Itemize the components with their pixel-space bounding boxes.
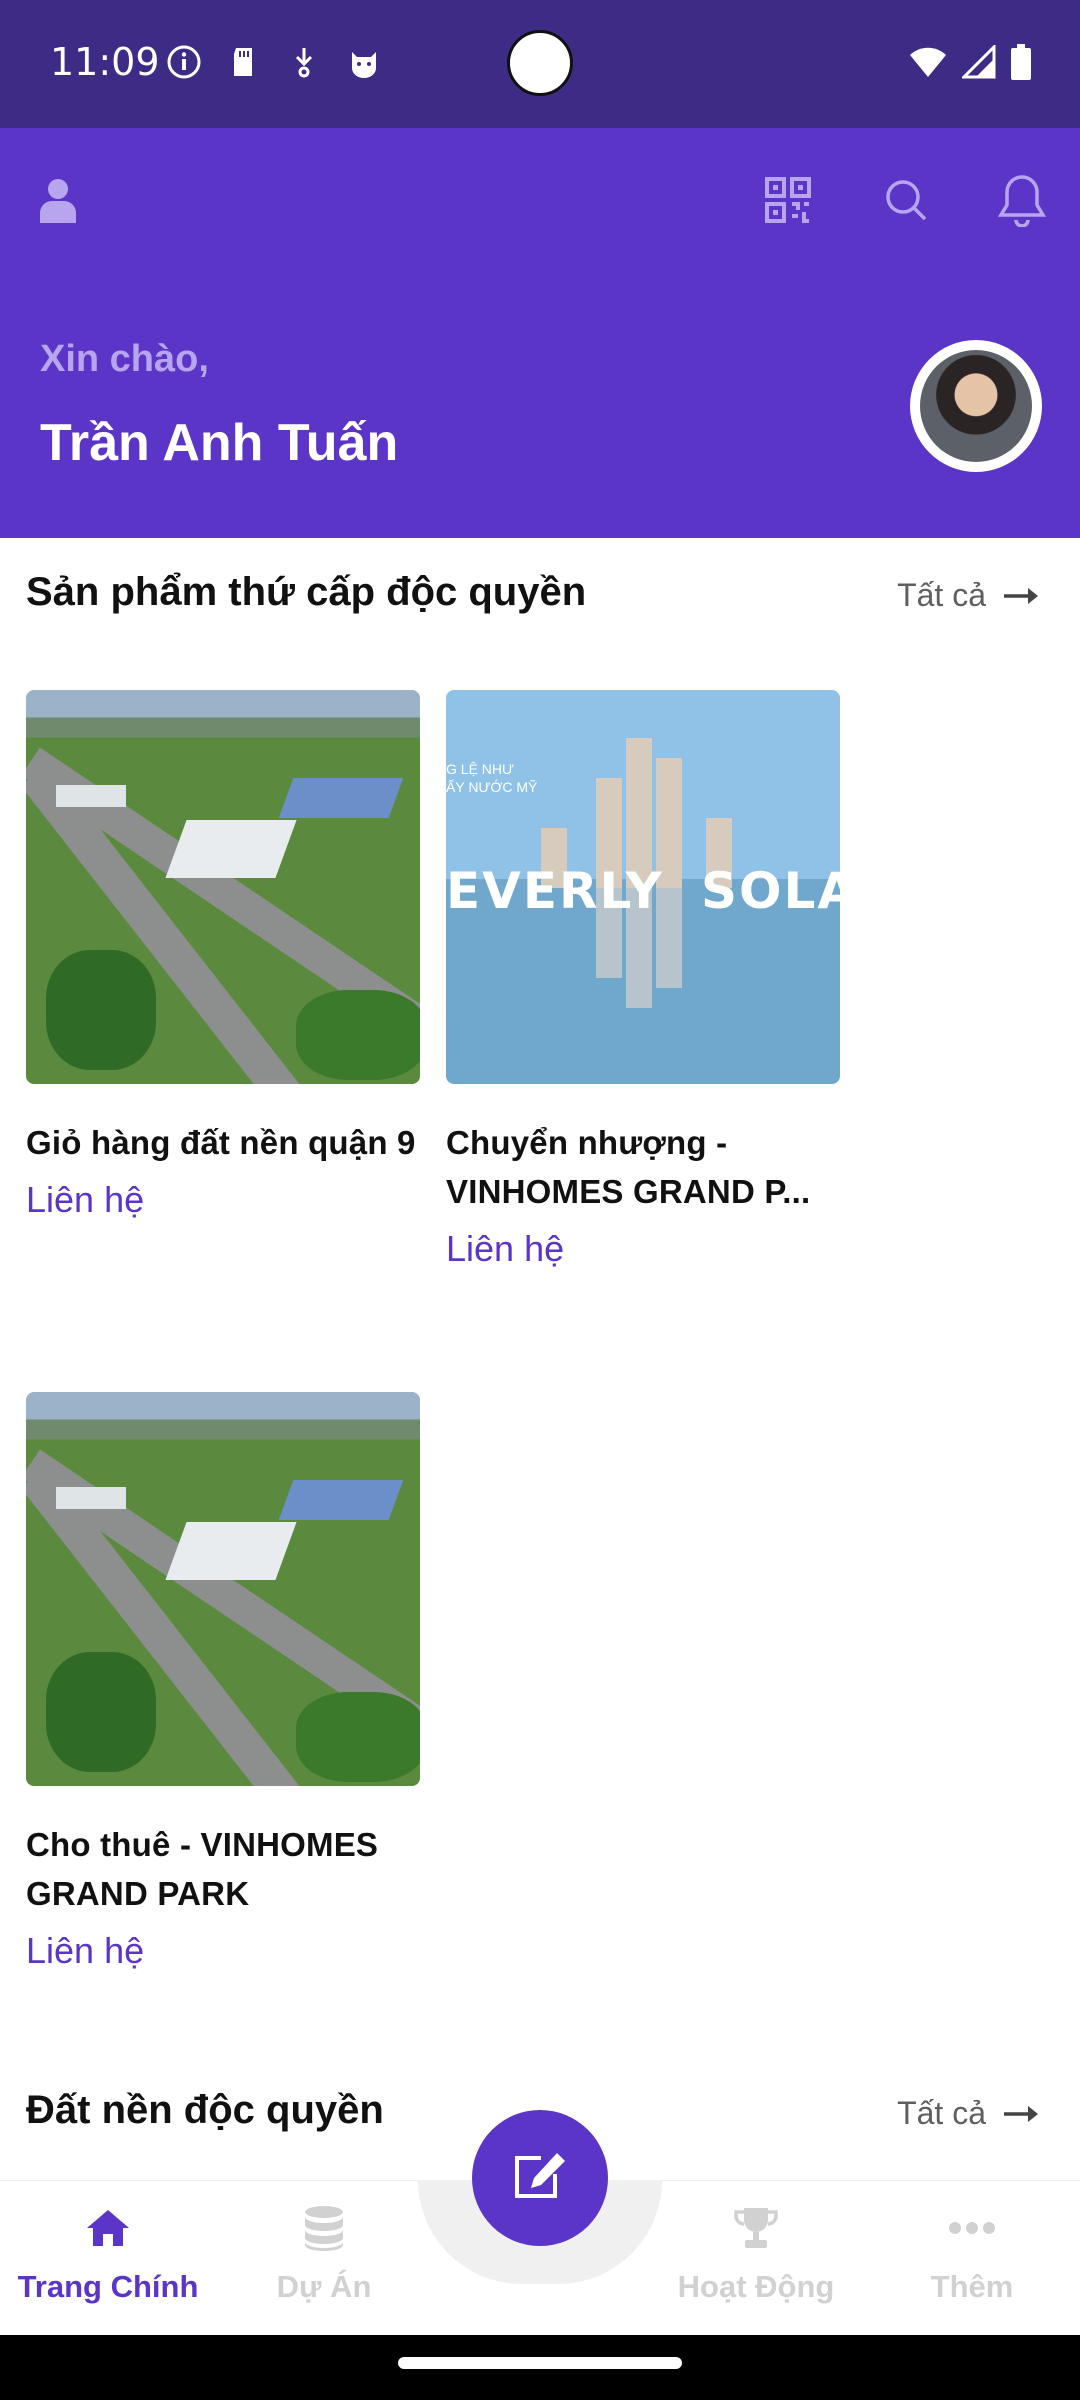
bell-icon: [997, 173, 1047, 232]
see-all-land-link[interactable]: Tất cả: [897, 2095, 1040, 2132]
header: Xin chào, Trần Anh Tuấn: [0, 128, 1080, 538]
see-all-label: Tất cả: [897, 577, 986, 613]
status-icons-left: [166, 44, 382, 80]
nav-label: Dự Án: [276, 2269, 372, 2304]
user-name: Trần Anh Tuấn: [40, 414, 399, 472]
nav-label: Trang Chính: [17, 2269, 199, 2304]
nav-label: Thêm: [930, 2269, 1014, 2304]
database-icon: [224, 2201, 424, 2255]
more-icon: [872, 2201, 1072, 2255]
avatar[interactable]: [910, 340, 1042, 472]
product-price: Liên hệ: [446, 1228, 565, 1269]
download-icon: [286, 44, 322, 80]
product-title: Chuyển nhượng - VINHOMES GRAND P...: [446, 1124, 811, 1210]
see-all-secondary-link[interactable]: Tất cả: [897, 577, 1040, 614]
battery-icon: [1010, 44, 1032, 85]
greeting-text: Xin chào,: [40, 338, 209, 380]
product-price: Liên hệ: [26, 1179, 145, 1220]
info-icon: [166, 44, 202, 80]
nav-label: Hoạt Động: [677, 2269, 835, 2304]
user-icon: [38, 177, 78, 228]
signal-icon: [960, 43, 996, 84]
product-card[interactable]: Giỏ hàng đất nền quận 9 Liên hệ: [26, 690, 420, 1221]
section-title-secondary: Sản phẩm thứ cấp độc quyền: [26, 570, 587, 614]
nav-item-home[interactable]: Trang Chính: [8, 2201, 208, 2305]
nav-item-activity[interactable]: Hoạt Động: [656, 2201, 856, 2305]
nav-item-more[interactable]: Thêm: [872, 2201, 1072, 2305]
product-card[interactable]: G LỆ NHƯ ẤY NƯỚC MỸ EVERLY SOLAF Chuyển …: [446, 690, 840, 1270]
camera-cutout: [507, 30, 573, 96]
product-price: Liên hệ: [26, 1930, 145, 1971]
home-icon: [8, 2201, 208, 2255]
system-navigation-bar: [0, 2335, 1080, 2400]
image-caption: G LỆ NHƯ ẤY NƯỚC MỸ: [446, 761, 538, 795]
product-image: G LỆ NHƯ ẤY NƯỚC MỸ EVERLY SOLAF: [446, 690, 840, 1084]
trophy-icon: [656, 2201, 856, 2255]
search-icon: [884, 178, 928, 227]
status-icons-right: [908, 43, 1032, 85]
avatar-photo: [920, 350, 1032, 462]
product-card[interactable]: Cho thuê - VINHOMES GRAND PARK Liên hệ: [26, 1392, 420, 1972]
arrow-right-icon: [1004, 577, 1040, 614]
arrow-right-icon: [1004, 2095, 1040, 2132]
qr-code-icon: [764, 176, 812, 229]
search-button[interactable]: [876, 172, 936, 232]
sd-card-icon: [226, 44, 262, 80]
product-image: [26, 1392, 420, 1786]
notification-button[interactable]: [992, 172, 1052, 232]
wifi-icon: [908, 45, 948, 84]
status-bar: 11:09: [0, 0, 1080, 128]
see-all-label: Tất cả: [897, 2095, 986, 2131]
status-time: 11:09: [50, 40, 160, 84]
qr-code-button[interactable]: [758, 172, 818, 232]
product-title: Cho thuê - VINHOMES GRAND PARK: [26, 1826, 379, 1912]
compose-fab[interactable]: [472, 2110, 608, 2246]
product-image: [26, 690, 420, 1084]
cat-icon: [346, 44, 382, 80]
profile-button[interactable]: [28, 172, 88, 232]
product-title: Giỏ hàng đất nền quận 9: [26, 1124, 416, 1161]
section-title-land: Đất nền độc quyền: [26, 2088, 384, 2132]
nav-item-projects[interactable]: Dự Án: [224, 2201, 424, 2305]
home-gesture-handle[interactable]: [398, 2357, 682, 2369]
edit-icon: [511, 2150, 569, 2207]
